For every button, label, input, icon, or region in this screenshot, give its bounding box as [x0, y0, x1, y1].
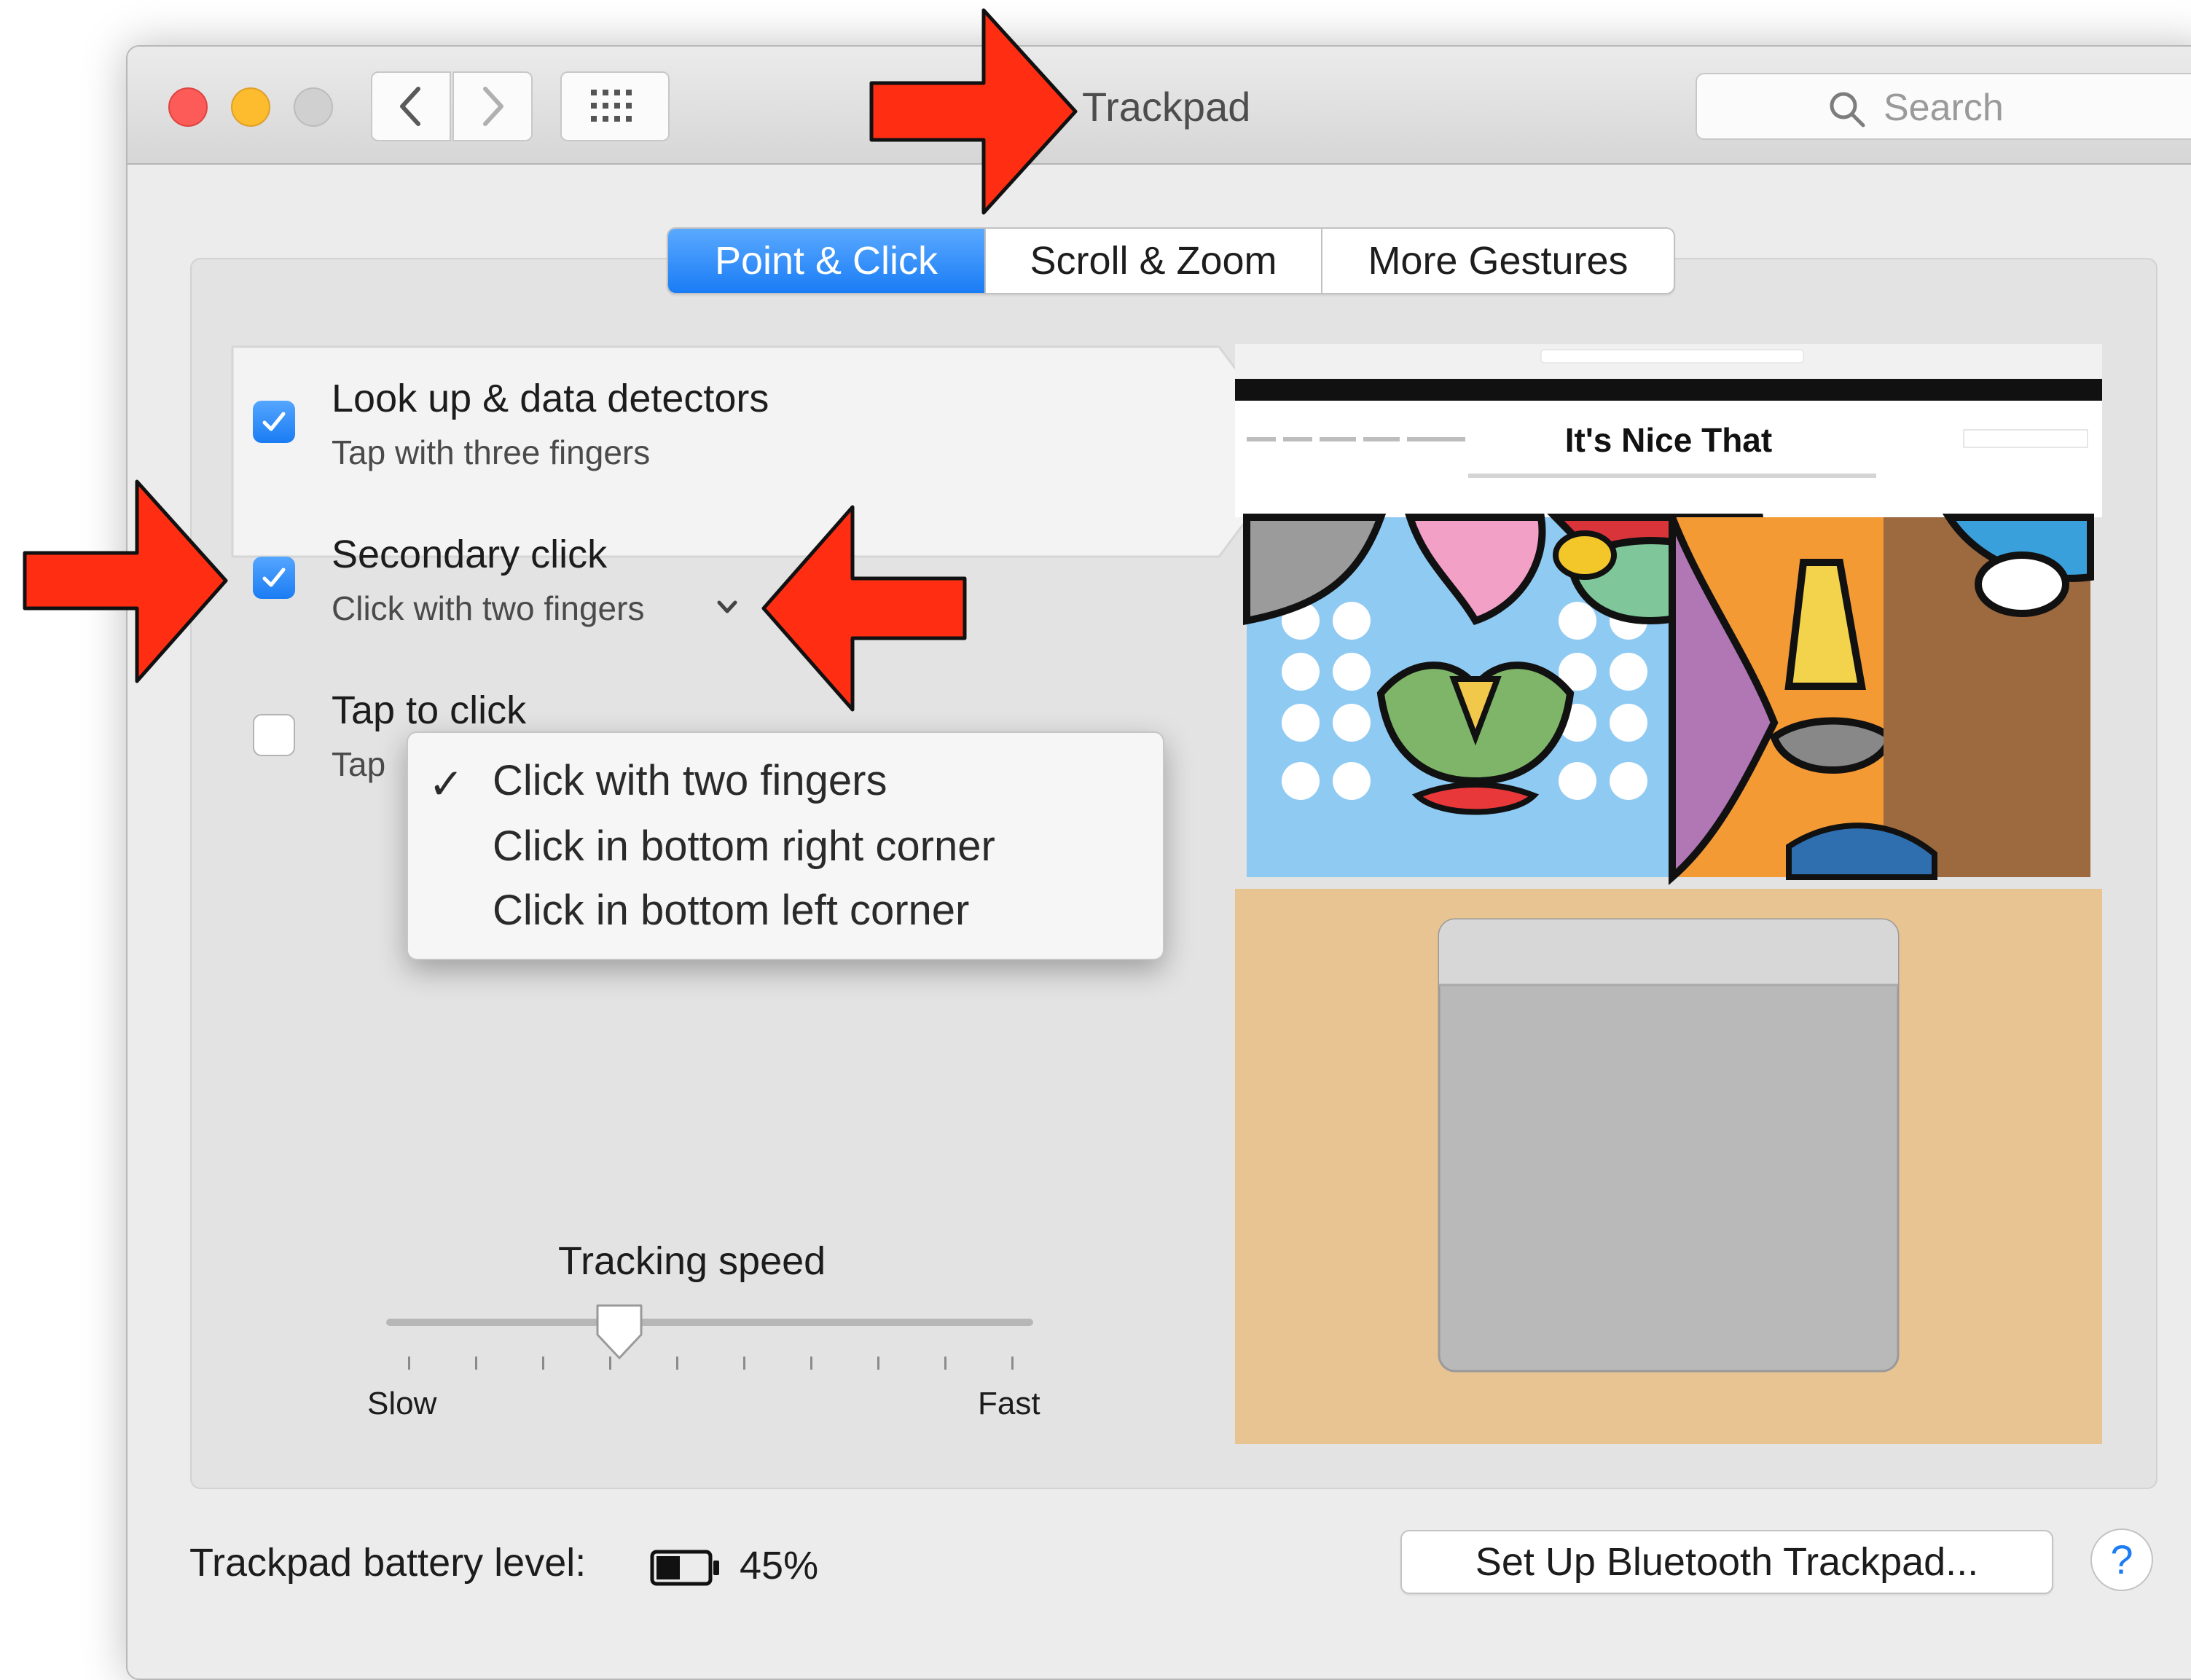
battery-label: Trackpad battery level: — [189, 1541, 587, 1585]
chevron-right-icon — [483, 87, 503, 126]
grid-icon — [591, 90, 632, 122]
show-all-button[interactable] — [560, 71, 670, 141]
slider-tick — [743, 1357, 745, 1370]
preferences-window: Trackpad Search Point & Click Scroll & Z… — [126, 45, 2191, 1680]
search-placeholder: Search — [1884, 87, 2004, 129]
annotation-arrow-icon — [869, 8, 1078, 215]
slider-tick — [810, 1357, 812, 1370]
annotation-arrow-icon — [761, 505, 967, 712]
look-up-checkbox[interactable] — [253, 401, 295, 443]
checkmark-icon — [262, 568, 286, 587]
slider-tick — [1011, 1357, 1014, 1370]
menu-checkmark: ✓ — [428, 761, 464, 808]
tap-to-click-subtitle: Tap — [332, 745, 386, 783]
title-bar: Trackpad Search — [128, 47, 2191, 165]
slider-tick — [944, 1357, 946, 1370]
trackpad-preview-image: It's Nice That — [1235, 344, 2102, 1444]
back-button[interactable] — [371, 71, 451, 141]
look-up-subtitle: Tap with three fingers — [332, 433, 651, 471]
tab-point-click[interactable]: Point & Click — [668, 229, 984, 293]
slider-tick — [676, 1357, 678, 1370]
chevron-down-icon[interactable] — [715, 594, 740, 619]
slider-tick — [475, 1357, 477, 1370]
chevron-left-icon — [400, 87, 420, 126]
annotation-arrow-icon — [23, 479, 228, 683]
tab-more-gestures[interactable]: More Gestures — [1321, 229, 1674, 293]
secondary-click-menu: ✓ Click with two fingers Click in bottom… — [407, 731, 1164, 960]
menu-item-bottom-right[interactable]: Click in bottom right corner — [493, 822, 995, 871]
tab-scroll-zoom[interactable]: Scroll & Zoom — [984, 229, 1321, 293]
battery-icon — [650, 1550, 719, 1586]
secondary-click-checkbox[interactable] — [253, 557, 295, 599]
window-title: Trackpad — [1082, 84, 1251, 130]
menu-item-bottom-left[interactable]: Click in bottom left corner — [493, 886, 969, 935]
slider-tick — [877, 1357, 879, 1370]
checkmark-icon — [262, 412, 286, 431]
slider-max-label: Fast — [978, 1386, 1040, 1421]
battery-percent: 45% — [740, 1544, 819, 1587]
slider-min-label: Slow — [367, 1386, 437, 1421]
minimize-window-button[interactable] — [231, 87, 270, 127]
menu-item-two-fingers[interactable]: Click with two fingers — [493, 756, 887, 805]
setup-bluetooth-trackpad-button[interactable]: Set Up Bluetooth Trackpad... — [1400, 1530, 2053, 1594]
look-up-title: Look up & data detectors — [332, 377, 769, 420]
forward-button[interactable] — [452, 71, 533, 141]
preview-site-title: It's Nice That — [1565, 421, 1772, 459]
tracking-speed-slider[interactable] — [386, 1319, 1033, 1326]
zoom-window-button[interactable] — [294, 87, 333, 127]
help-button[interactable]: ? — [2090, 1528, 2153, 1591]
tab-bar: Point & Click Scroll & Zoom More Gesture… — [667, 227, 1675, 294]
search-icon — [1830, 92, 1865, 127]
tap-to-click-title: Tap to click — [332, 688, 527, 732]
slider-tick — [408, 1357, 410, 1370]
close-window-button[interactable] — [168, 87, 208, 127]
gesture-preview: It's Nice That — [1235, 344, 2102, 1444]
tracking-speed-label: Tracking speed — [558, 1239, 826, 1283]
tap-to-click-checkbox[interactable] — [253, 714, 295, 756]
secondary-click-popup[interactable]: Click with two fingers — [332, 589, 644, 628]
slider-knob[interactable] — [593, 1301, 646, 1362]
slider-tick — [542, 1357, 544, 1370]
search-field[interactable]: Search — [1696, 73, 2191, 140]
secondary-click-title: Secondary click — [332, 533, 608, 576]
slider-tick — [609, 1357, 611, 1370]
